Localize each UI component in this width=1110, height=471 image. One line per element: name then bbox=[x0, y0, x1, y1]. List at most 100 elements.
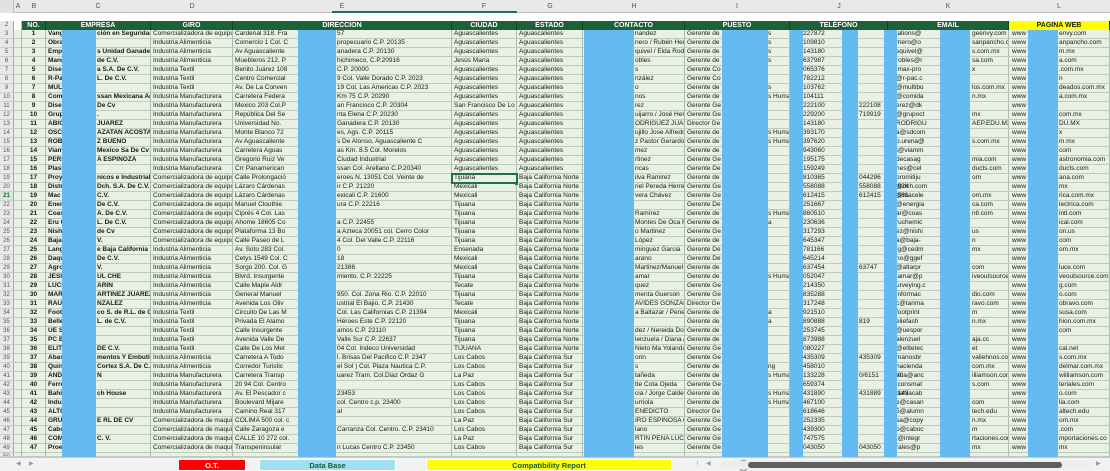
cell-no[interactable]: 27 bbox=[22, 264, 46, 273]
row-header[interactable]: 36 bbox=[0, 327, 14, 336]
cell-no[interactable]: 14 bbox=[22, 147, 46, 156]
cell-no[interactable]: 8 bbox=[22, 93, 46, 102]
cell-estado[interactable]: Aguascalientes bbox=[517, 57, 583, 66]
cell-estado[interactable]: Aguascalientes bbox=[517, 111, 583, 120]
cell-estado[interactable]: Baja California Norte bbox=[517, 183, 583, 192]
cell-direccion[interactable]: República Del Senta Elena C.P. 20230 bbox=[233, 111, 452, 120]
cell-direccion[interactable]: Corredor Turisticel Sol ) Col. Plaza Nau… bbox=[233, 363, 452, 372]
cell-giro[interactable]: Industria Alimenticia bbox=[151, 246, 233, 255]
cell-giro[interactable]: Industria Alimenticia bbox=[151, 39, 233, 48]
cell-ciudad[interactable]: Los Cabos bbox=[452, 381, 517, 390]
cell-giro[interactable]: Comercializadora de equipos bbox=[151, 30, 233, 39]
cell-giro[interactable]: Industria Textil bbox=[151, 336, 233, 345]
cell-giro[interactable]: Industria Textil bbox=[151, 309, 233, 318]
cell-direccion[interactable]: Gregorio Ruiz VeCiudad Industrial bbox=[233, 156, 452, 165]
row-header[interactable]: 18 bbox=[0, 165, 14, 174]
cell-estado[interactable]: Baja California Sur bbox=[517, 444, 583, 453]
row-header[interactable]: 19 bbox=[0, 174, 14, 183]
cell-telefono[interactable]: 921510 bbox=[790, 309, 888, 318]
cell-giro[interactable]: Industria Manufacturera bbox=[151, 138, 233, 147]
cell-giro[interactable]: Industria Manufacturera bbox=[151, 390, 233, 399]
cell-giro[interactable]: Comercializadora de maquina bbox=[151, 426, 233, 435]
cell-direccion[interactable]: Calle De Los Met04 Col. Indeco Universid… bbox=[233, 345, 452, 354]
cell-a[interactable] bbox=[14, 318, 22, 327]
cell-a[interactable] bbox=[14, 165, 22, 174]
cell-pagina-web[interactable]: wwwcom bbox=[1009, 327, 1110, 336]
cell-telefono[interactable]: 195175 bbox=[790, 156, 888, 165]
cell-a[interactable] bbox=[14, 345, 22, 354]
cell-giro[interactable]: Industria Alimenticia bbox=[151, 48, 233, 57]
cell-telefono[interactable]: 065376 bbox=[790, 66, 888, 75]
row-header[interactable]: 26 bbox=[0, 237, 14, 246]
cell-estado[interactable]: Baja California Norte bbox=[517, 246, 583, 255]
cell-ciudad[interactable]: Tijuana bbox=[452, 273, 517, 282]
column-letter-D[interactable]: D bbox=[189, 0, 194, 13]
cell-giro[interactable]: Industria Textil bbox=[151, 345, 233, 354]
cell-telefono[interactable]: 860510 bbox=[790, 210, 888, 219]
cell-telefono[interactable]: 890888819 bbox=[790, 318, 888, 327]
column-header-empresa[interactable]: EMPRESA bbox=[46, 21, 151, 30]
cell-direccion[interactable]: Privada El AlamoHéroes Este C.P. 22120 bbox=[233, 318, 452, 327]
column-letter-H[interactable]: H bbox=[631, 0, 636, 13]
cell-estado[interactable]: Aguascalientes bbox=[517, 66, 583, 75]
cell-giro[interactable]: Industria Alimenticia bbox=[151, 264, 233, 273]
cell-no[interactable]: 32 bbox=[22, 309, 46, 318]
cell-a[interactable] bbox=[14, 156, 22, 165]
cell-a[interactable] bbox=[14, 255, 22, 264]
row-header[interactable]: 42 bbox=[0, 381, 14, 390]
column-header-direcc-on[interactable]: DIRECCÍON bbox=[233, 21, 452, 30]
cell-pagina-web[interactable]: wwwn bbox=[1009, 75, 1110, 84]
cell-ciudad[interactable]: Aguascalientes bbox=[452, 156, 517, 165]
row-header[interactable]: 3 bbox=[0, 30, 14, 39]
cell-giro[interactable]: Industria Textil bbox=[151, 327, 233, 336]
row-header[interactable]: 41 bbox=[0, 372, 14, 381]
cell-pagina-web[interactable]: wwwana.com bbox=[1009, 174, 1110, 183]
cell-no[interactable]: 26 bbox=[22, 255, 46, 264]
cell-giro[interactable]: Industria Textil bbox=[151, 66, 233, 75]
cell-telefono[interactable]: 222100222108 bbox=[790, 102, 888, 111]
cell-pagina-web[interactable]: wwwteriales.com bbox=[1009, 381, 1110, 390]
cell-no[interactable]: 7 bbox=[22, 84, 46, 93]
cell-estado[interactable]: Baja California Norte bbox=[517, 291, 583, 300]
cell-ciudad[interactable]: Aguascalientes bbox=[452, 138, 517, 147]
cell-pagina-web[interactable]: wwwdeados.com.mx bbox=[1009, 84, 1110, 93]
cell-pagina-web[interactable]: wwwcom.mx bbox=[1009, 111, 1110, 120]
cell-telefono[interactable]: 143180 bbox=[790, 120, 888, 129]
cell-ciudad[interactable]: Mexicali bbox=[452, 264, 517, 273]
cell-ciudad[interactable]: Los Cabos bbox=[452, 399, 517, 408]
cell-ciudad[interactable]: San Francisco De Lo bbox=[452, 102, 517, 111]
cell-direccion[interactable]: Calle Maple Aldr bbox=[233, 282, 452, 291]
cell-giro[interactable]: Comercializadora de equipos bbox=[151, 219, 233, 228]
cell-pagina-web[interactable]: wwwx bbox=[1009, 129, 1110, 138]
cell-a[interactable] bbox=[14, 138, 22, 147]
cell-direccion[interactable]: Cardenal 318. Fra57 bbox=[233, 30, 452, 39]
cell-ciudad[interactable]: Tijuana bbox=[452, 336, 517, 345]
row-header[interactable]: 4 bbox=[0, 39, 14, 48]
cell-a[interactable] bbox=[14, 336, 22, 345]
cell-direccion[interactable]: Sorgo 200. Col. G21386 bbox=[233, 264, 452, 273]
cell-direccion[interactable]: Calle Prolongacióeroes N. 13051 Col. Vei… bbox=[233, 174, 452, 183]
cell-direccion[interactable]: Calle Paseo de L4 Col. Del Valle C.P. 22… bbox=[233, 237, 452, 246]
cell-direccion[interactable]: Boulevard Mijarecol. Centro c.p. 23400 bbox=[233, 399, 452, 408]
cell-direccion[interactable]: Calle Insurgenteamos C.P. 22110 bbox=[233, 327, 452, 336]
cell-ciudad[interactable]: Aguascalientes bbox=[452, 30, 517, 39]
sheet-tab-data-base[interactable]: Data Base bbox=[259, 459, 396, 471]
cell-giro[interactable]: Comercializadora de equipos bbox=[151, 183, 233, 192]
cell-giro[interactable]: Industria Alimenticia bbox=[151, 255, 233, 264]
cell-estado[interactable]: Aguascalientes bbox=[517, 120, 583, 129]
cell-telefono[interactable]: 052047 bbox=[790, 273, 888, 282]
column-header-contacto[interactable]: CONTACTO bbox=[583, 21, 685, 30]
sheet-nav-prev-icon[interactable]: ◀ bbox=[16, 458, 21, 471]
cell-a[interactable] bbox=[14, 237, 22, 246]
row-header[interactable]: 13 bbox=[0, 120, 14, 129]
cell-no[interactable]: 4 bbox=[22, 57, 46, 66]
row-header[interactable]: 21 bbox=[0, 192, 14, 201]
cell-giro[interactable]: Industria Alimenticia bbox=[151, 363, 233, 372]
column-letter-B[interactable]: B bbox=[32, 0, 37, 13]
row-header[interactable]: 30 bbox=[0, 273, 14, 282]
cell-telefono[interactable]: 63745463747 bbox=[790, 264, 888, 273]
cell-estado[interactable]: Baja California Norte bbox=[517, 282, 583, 291]
cell-no[interactable]: 21 bbox=[22, 210, 46, 219]
cell-estado[interactable]: Aguascalientes bbox=[517, 147, 583, 156]
cell-no[interactable]: 10 bbox=[22, 111, 46, 120]
